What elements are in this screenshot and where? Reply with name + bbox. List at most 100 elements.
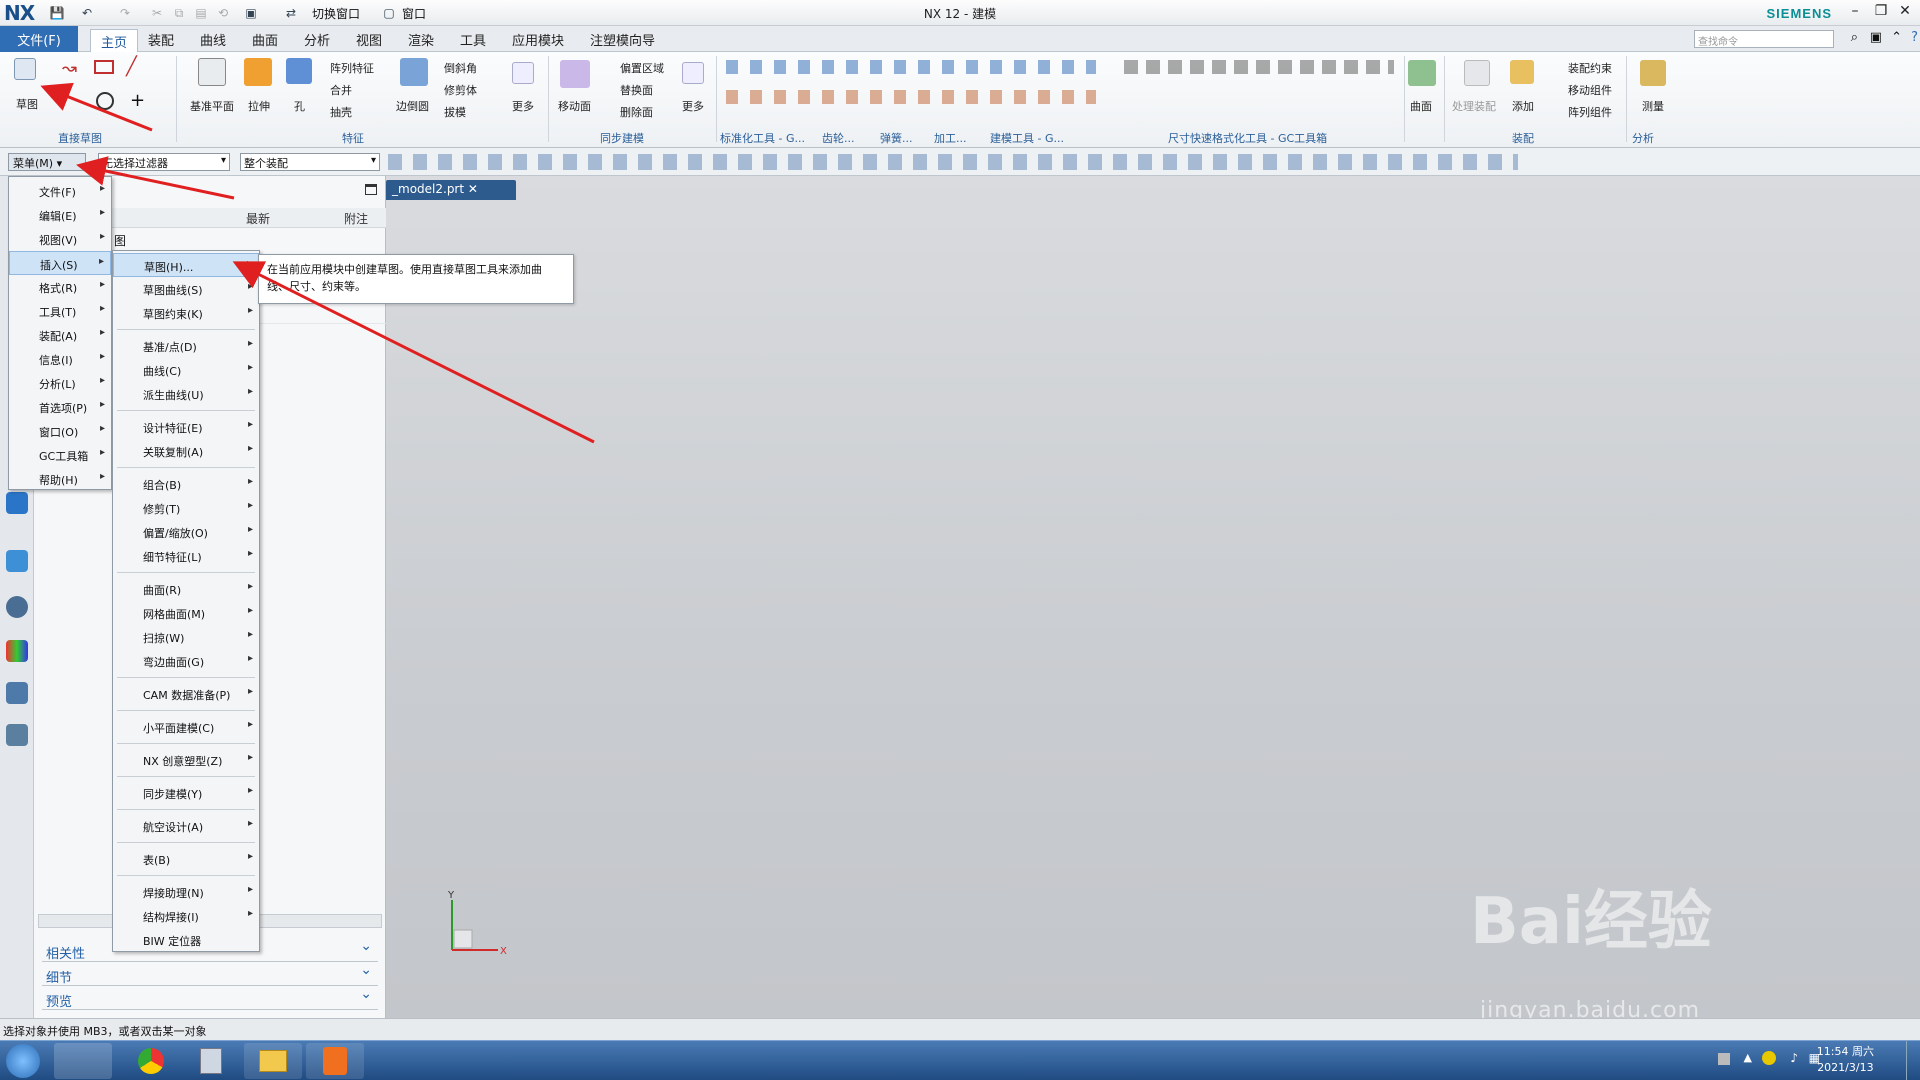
tab-home[interactable]: 主页 bbox=[90, 29, 139, 53]
tray-expand-icon[interactable]: ▲ bbox=[1744, 1051, 1752, 1064]
menu-item-file[interactable]: 文件(F) bbox=[9, 179, 111, 203]
menu-item-analysis[interactable]: 分析(L) bbox=[9, 371, 111, 395]
datum-plane-icon[interactable] bbox=[198, 58, 226, 86]
insert-menu-item[interactable]: 草图(H)... bbox=[113, 253, 259, 277]
selection-scope-select[interactable]: 整个装配 bbox=[240, 153, 380, 171]
move-face-icon[interactable] bbox=[560, 60, 590, 88]
info-icon[interactable] bbox=[6, 492, 28, 514]
role-icon[interactable] bbox=[6, 682, 28, 704]
palette-icon[interactable] bbox=[6, 640, 28, 662]
move-face-label[interactable]: 移动面 bbox=[558, 98, 591, 114]
menu-item-tools[interactable]: 工具(T) bbox=[9, 299, 111, 323]
menu-item-help[interactable]: 帮助(H) bbox=[9, 467, 111, 491]
insert-menu-item[interactable]: 草图约束(K) bbox=[113, 301, 259, 325]
circle-icon[interactable] bbox=[96, 92, 114, 110]
insert-menu-item[interactable]: 弯边曲面(G) bbox=[113, 649, 259, 673]
hole-label[interactable]: 孔 bbox=[294, 98, 305, 114]
maximize-panel-icon[interactable] bbox=[365, 184, 377, 195]
gc-tool-icons-row2[interactable] bbox=[726, 90, 1096, 104]
close-tab-icon[interactable]: ✕ bbox=[468, 182, 478, 196]
sketch-label[interactable]: 草图 bbox=[16, 96, 38, 112]
process-assembly-label[interactable]: 处理装配 bbox=[1452, 98, 1496, 114]
menu-item-window[interactable]: 窗口(O) bbox=[9, 419, 111, 443]
add-component-icon[interactable] bbox=[1510, 60, 1534, 84]
dim-format-icons[interactable] bbox=[1124, 60, 1394, 74]
insert-menu-item[interactable]: 修剪(T) bbox=[113, 496, 259, 520]
menu-button[interactable]: 菜单(M) ▾ bbox=[8, 153, 86, 171]
clock-icon[interactable] bbox=[6, 596, 28, 618]
insert-menu-item[interactable]: 基准/点(D) bbox=[113, 334, 259, 358]
insert-menu-item[interactable]: 结构焊接(I) bbox=[113, 904, 259, 928]
sketch-icon[interactable] bbox=[14, 58, 36, 80]
surface-icon[interactable] bbox=[1408, 60, 1436, 86]
tab-analysis[interactable]: 分析 bbox=[300, 30, 334, 50]
arc-icon[interactable]: ◜ bbox=[64, 92, 70, 111]
taskbar-chrome-icon[interactable] bbox=[122, 1043, 180, 1079]
assembly-constraint-label[interactable]: 装配约束 bbox=[1568, 60, 1612, 76]
insert-menu-item[interactable]: 关联复制(A) bbox=[113, 439, 259, 463]
insert-menu-item[interactable]: CAM 数据准备(P) bbox=[113, 682, 259, 706]
history-icon[interactable] bbox=[6, 550, 28, 572]
selection-filter-select[interactable]: 无选择过滤器 bbox=[98, 153, 230, 171]
shell-label[interactable]: 抽壳 bbox=[330, 104, 352, 120]
insert-menu-item[interactable]: 焊接助理(N) bbox=[113, 880, 259, 904]
menu-item-edit[interactable]: 编辑(E) bbox=[9, 203, 111, 227]
unite-label[interactable]: 合并 bbox=[330, 82, 352, 98]
replace-face-label[interactable]: 替换面 bbox=[620, 82, 653, 98]
profile-icon[interactable]: ↝ bbox=[62, 58, 77, 79]
accordion-details[interactable]: 细节 bbox=[42, 962, 378, 986]
extrude-icon[interactable] bbox=[244, 58, 272, 86]
show-desktop-button[interactable] bbox=[1906, 1041, 1920, 1080]
add-component-label[interactable]: 添加 bbox=[1512, 98, 1534, 114]
pattern-component-label[interactable]: 阵列组件 bbox=[1568, 104, 1612, 120]
insert-menu-item[interactable]: BIW 定位器 bbox=[113, 928, 259, 952]
taskbar-nx-icon[interactable] bbox=[54, 1043, 112, 1079]
snap-point-icons[interactable] bbox=[388, 154, 1518, 170]
move-component-label[interactable]: 移动组件 bbox=[1568, 82, 1612, 98]
tab-tools[interactable]: 工具 bbox=[456, 30, 490, 50]
chamfer-label[interactable]: 倒斜角 bbox=[444, 60, 477, 76]
column-header-note[interactable]: 附注 bbox=[340, 208, 386, 228]
start-button[interactable] bbox=[6, 1044, 40, 1078]
taskbar-explorer-icon[interactable] bbox=[244, 1043, 302, 1079]
surface-label[interactable]: 曲面 bbox=[1410, 98, 1432, 114]
menu-item-gc-toolbox[interactable]: GC工具箱 bbox=[9, 443, 111, 467]
find-command-input[interactable]: 查找命令 bbox=[1694, 30, 1834, 48]
delete-face-label[interactable]: 删除面 bbox=[620, 104, 653, 120]
system-scene-icon[interactable] bbox=[6, 724, 28, 746]
tab-render[interactable]: 渲染 bbox=[404, 30, 438, 50]
process-assembly-icon[interactable] bbox=[1464, 60, 1490, 86]
insert-menu-item[interactable]: 同步建模(Y) bbox=[113, 781, 259, 805]
menu-item-view[interactable]: 视图(V) bbox=[9, 227, 111, 251]
taskbar-calculator-icon[interactable] bbox=[182, 1043, 240, 1079]
insert-menu-item[interactable]: 草图曲线(S) bbox=[113, 277, 259, 301]
menu-item-preferences[interactable]: 首选项(P) bbox=[9, 395, 111, 419]
edge-blend-icon[interactable] bbox=[400, 58, 428, 86]
collapse-ribbon-icon[interactable]: ⌃ bbox=[1891, 30, 1902, 45]
extrude-label[interactable]: 拉伸 bbox=[248, 98, 270, 114]
insert-menu-item[interactable]: 网格曲面(M) bbox=[113, 601, 259, 625]
datum-plane-label[interactable]: 基准平面 bbox=[190, 98, 234, 114]
tab-application[interactable]: 应用模块 bbox=[508, 30, 568, 50]
edge-blend-label[interactable]: 边倒圆 bbox=[396, 98, 429, 114]
insert-menu-item[interactable]: 设计特征(E) bbox=[113, 415, 259, 439]
insert-menu-item[interactable]: 表(B) bbox=[113, 847, 259, 871]
line-icon[interactable]: ╱ bbox=[126, 56, 137, 77]
accordion-preview[interactable]: 预览 bbox=[42, 986, 378, 1010]
insert-menu-item[interactable]: NX 创意塑型(Z) bbox=[113, 748, 259, 772]
insert-menu-item[interactable]: 曲面(R) bbox=[113, 577, 259, 601]
tray-keyboard-icon[interactable] bbox=[1718, 1053, 1730, 1065]
tray-volume-icon[interactable]: ♪ bbox=[1790, 1051, 1798, 1065]
taskbar-pdf-icon[interactable] bbox=[306, 1043, 364, 1079]
minimize-icon[interactable]: – bbox=[1844, 3, 1866, 23]
offset-region-label[interactable]: 偏置区域 bbox=[620, 60, 664, 76]
more-feature-icon[interactable] bbox=[512, 62, 534, 84]
help-icon[interactable]: ? bbox=[1911, 30, 1918, 45]
menu-item-assembly[interactable]: 装配(A) bbox=[9, 323, 111, 347]
insert-menu-item[interactable]: 组合(B) bbox=[113, 472, 259, 496]
tab-mold-wizard[interactable]: 注塑模向导 bbox=[586, 30, 659, 50]
draft-label[interactable]: 拔模 bbox=[444, 104, 466, 120]
point-icon[interactable]: + bbox=[130, 90, 145, 111]
measure-icon[interactable] bbox=[1640, 60, 1666, 86]
insert-menu-item[interactable]: 偏置/缩放(O) bbox=[113, 520, 259, 544]
